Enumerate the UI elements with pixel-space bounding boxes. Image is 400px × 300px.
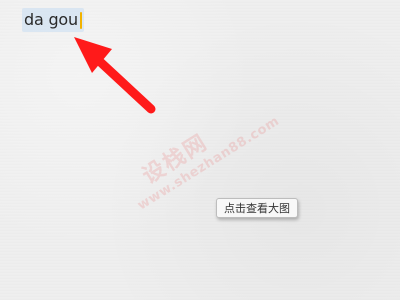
- text-input[interactable]: da gou: [22, 8, 84, 32]
- typed-text: da gou: [24, 10, 78, 29]
- view-large-button[interactable]: 点击查看大图: [216, 198, 298, 218]
- text-caret: [79, 11, 82, 29]
- screenshot-canvas: [0, 0, 400, 300]
